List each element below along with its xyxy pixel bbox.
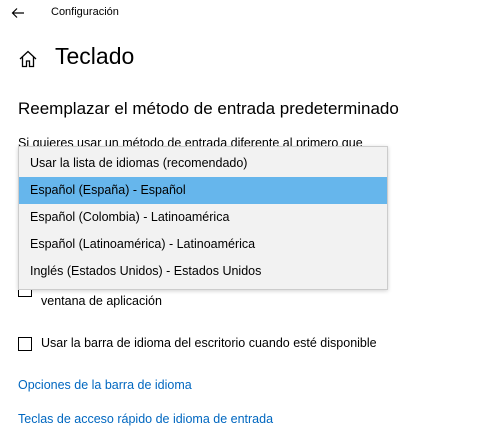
dropdown-option[interactable]: Español (Latinoamérica) - Latinoamérica [19,231,387,258]
page-title: Teclado [55,43,135,69]
dropdown-option[interactable]: Español (Colombia) - Latinoamérica [19,204,387,231]
input-method-dropdown[interactable]: Usar la lista de idiomas (recomendado) E… [18,146,388,290]
language-bar-checkbox[interactable] [18,337,32,351]
per-app-input-checkbox[interactable] [18,290,32,297]
back-button[interactable] [6,2,30,24]
dropdown-option[interactable]: Inglés (Estados Unidos) - Estados Unidos [19,258,387,285]
per-app-input-label: ventana de aplicación [41,294,162,308]
language-bar-label: Usar la barra de idioma del escritorio c… [41,336,377,350]
dropdown-option[interactable]: Usar la lista de idiomas (recomendado) [19,150,387,177]
section-title: Reemplazar el método de entrada predeter… [18,99,399,118]
back-arrow-icon [11,8,24,18]
app-title: Configuración [51,6,119,18]
title-bar: Configuración [0,0,499,26]
dropdown-option-selected[interactable]: Español (España) - Español [19,177,387,204]
home-icon [19,50,37,68]
input-hotkeys-link[interactable]: Teclas de acceso rápido de idioma de ent… [18,412,273,426]
language-bar-options-link[interactable]: Opciones de la barra de idioma [18,378,192,392]
